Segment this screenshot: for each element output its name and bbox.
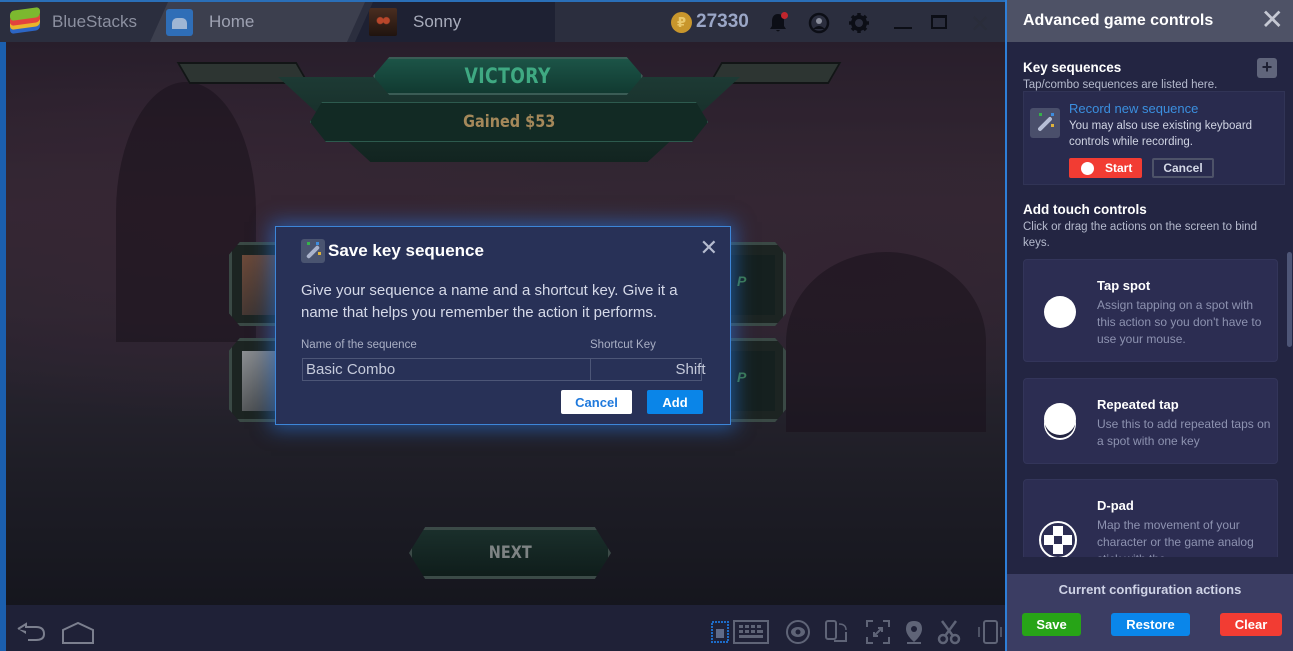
victory-title: VICTORY	[464, 64, 552, 88]
shake-icon[interactable]	[977, 619, 1003, 645]
key-sequences-title: Key sequences	[1023, 60, 1122, 75]
next-button[interactable]: NEXT	[409, 527, 611, 579]
dialog-header: Save key sequence	[301, 239, 484, 263]
repeated-tap-icon	[1044, 403, 1076, 435]
shortcut-key-input[interactable]	[591, 359, 790, 380]
tap-spot-icon	[1044, 296, 1076, 328]
record-dot-icon	[1081, 161, 1094, 175]
panel-title: Advanced game controls	[1023, 12, 1214, 29]
touch-controls-list: Tap spot Assign tapping on a spot with t…	[1023, 259, 1279, 557]
bell-icon[interactable]	[767, 12, 789, 34]
tab-sonny[interactable]: Sonny	[355, 2, 555, 42]
control-tap-spot[interactable]: Tap spot Assign tapping on a spot with t…	[1023, 259, 1278, 362]
location-icon[interactable]	[903, 619, 929, 645]
dialog-close-icon[interactable]: ✕	[700, 237, 718, 259]
shortcut-key-label: Shortcut Key	[590, 339, 656, 351]
reward-plate: Gained $53	[310, 102, 708, 142]
bluestacks-logo-icon	[10, 6, 40, 36]
app-name: BlueStacks	[52, 12, 138, 31]
coin-icon: ₽	[671, 12, 692, 33]
notification-dot	[781, 12, 788, 19]
panel-close-icon[interactable]: ✕	[1261, 6, 1284, 34]
start-recording-button[interactable]: Start	[1069, 158, 1142, 178]
control-description: Use this to add repeated taps on a spot …	[1097, 417, 1271, 448]
reward-slot	[727, 255, 775, 315]
add-sequence-button[interactable]: +	[1257, 58, 1277, 78]
touch-controls-subtitle: Click or drag the actions on the screen …	[1023, 221, 1257, 249]
cancel-recording-button[interactable]: Cancel	[1152, 158, 1214, 178]
victory-banner: VICTORY Gained $53	[176, 57, 842, 162]
eye-icon[interactable]	[785, 619, 811, 645]
reward-text: Gained $53	[462, 112, 556, 132]
back-icon[interactable]	[14, 622, 50, 644]
game-avatar-icon	[369, 8, 397, 36]
dialog-description: Give your sequence a name and a shortcut…	[301, 282, 678, 321]
magic-wand-icon	[301, 239, 325, 263]
tab-sonny-label: Sonny	[413, 12, 462, 31]
panel-scrollbar[interactable]	[1287, 252, 1292, 347]
control-description: Map the movement of your character or th…	[1097, 518, 1254, 557]
tab-home[interactable]: Home	[150, 2, 365, 42]
minimize-icon[interactable]	[894, 27, 912, 29]
magic-wand-icon	[1030, 108, 1060, 138]
victory-plate: VICTORY	[373, 57, 643, 95]
maximize-icon[interactable]	[931, 15, 947, 29]
control-title: Tap spot	[1097, 278, 1151, 293]
sequence-fields	[302, 358, 790, 381]
close-icon[interactable]: ✕	[970, 10, 990, 39]
configuration-footer: Current configuration actions Save Resto…	[1007, 574, 1293, 651]
bottom-toolbar	[0, 605, 1005, 651]
next-label: NEXT	[488, 543, 532, 563]
start-label: Start	[1105, 161, 1133, 175]
touch-controls-title: Add touch controls	[1023, 202, 1147, 217]
coin-balance[interactable]: 27330	[696, 11, 749, 33]
save-button[interactable]: Save	[1022, 613, 1081, 636]
title-bar: BlueStacks Home Sonny ₽ 27330 ✕	[0, 0, 1005, 42]
control-description: Assign tapping on a spot with this actio…	[1097, 298, 1262, 346]
control-title: D-pad	[1097, 498, 1134, 513]
home-icon	[166, 9, 193, 36]
reward-letter: P	[737, 273, 747, 289]
record-description: You may also use existing keyboard contr…	[1069, 120, 1253, 148]
sequence-name-input[interactable]	[303, 359, 591, 380]
restore-button[interactable]: Restore	[1111, 613, 1190, 636]
clear-button[interactable]: Clear	[1220, 613, 1282, 636]
save-key-sequence-dialog: Save key sequence ✕ Give your sequence a…	[275, 226, 790, 425]
android-home-icon[interactable]	[61, 621, 97, 645]
rotate-icon[interactable]	[824, 619, 850, 645]
dpad-icon	[1038, 520, 1078, 557]
sequence-name-label: Name of the sequence	[301, 339, 417, 351]
fullscreen-icon[interactable]	[865, 619, 891, 645]
tab-home-label: Home	[209, 12, 255, 31]
record-new-sequence-link[interactable]: Record new sequence	[1069, 101, 1198, 116]
control-dpad[interactable]: D-pad Map the movement of your character…	[1023, 479, 1278, 557]
bluestacks-brand: BlueStacks	[0, 2, 160, 42]
control-repeated-tap[interactable]: Repeated tap Use this to add repeated ta…	[1023, 378, 1278, 464]
keyboard-icon[interactable]	[733, 619, 769, 645]
scissors-icon[interactable]	[936, 619, 962, 645]
gear-icon[interactable]	[848, 12, 870, 34]
dialog-add-button[interactable]: Add	[647, 390, 703, 414]
footer-title: Current configuration actions	[1058, 582, 1242, 597]
record-sequence-box: Record new sequence You may also use exi…	[1023, 91, 1285, 185]
control-title: Repeated tap	[1097, 397, 1179, 412]
panel-header: Advanced game controls ✕	[1007, 0, 1293, 42]
dialog-cancel-button[interactable]: Cancel	[561, 390, 632, 414]
dialog-title: Save key sequence	[328, 241, 484, 260]
account-icon[interactable]	[808, 12, 830, 34]
